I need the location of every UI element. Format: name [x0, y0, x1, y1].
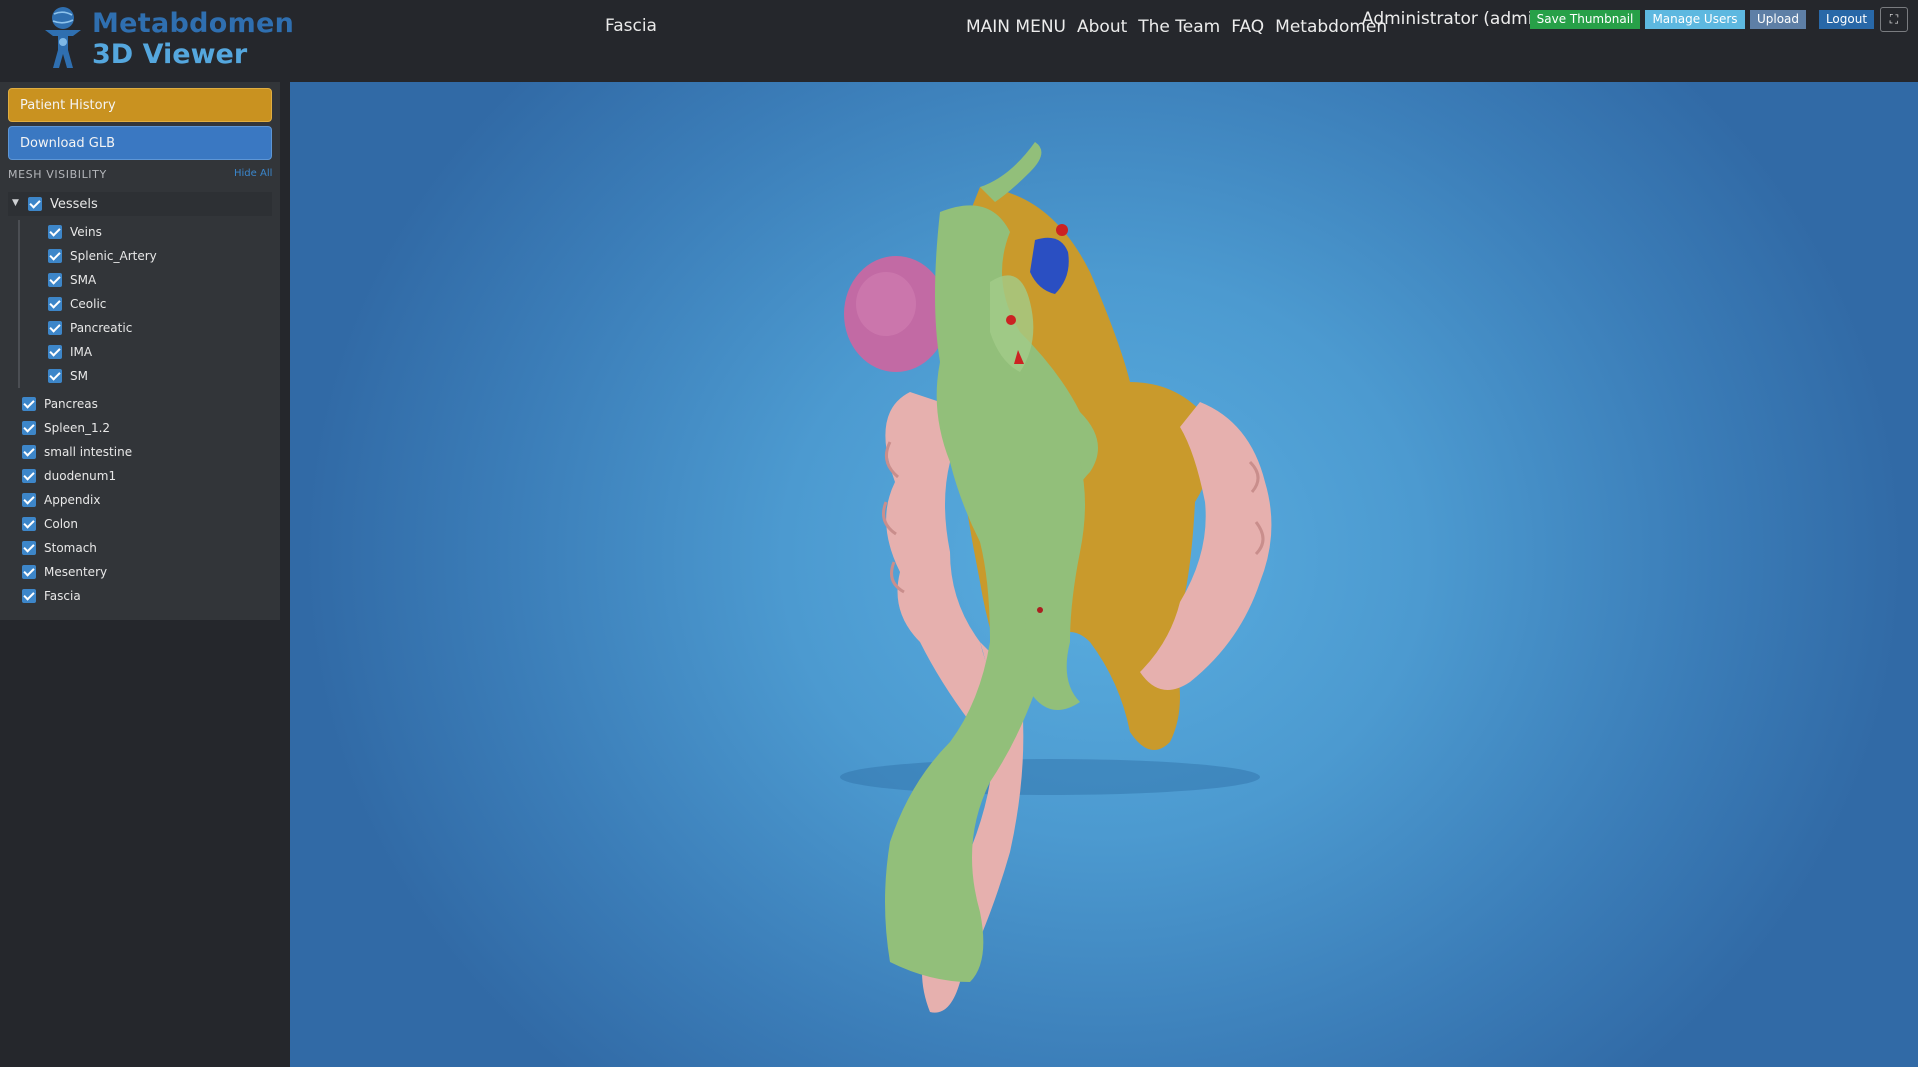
nav-faq[interactable]: FAQ	[1231, 17, 1264, 37]
mesh-label: duodenum1	[44, 469, 117, 483]
mesh-checkbox[interactable]	[22, 397, 36, 411]
mesh-label: Colon	[44, 517, 79, 531]
top-header: Metabdomen 3D Viewer Fascia MAIN MENU Ab…	[0, 0, 1918, 82]
mesh-checkbox[interactable]	[22, 493, 36, 507]
mesh-label: Pancreas	[44, 397, 98, 411]
mesh-item-sm[interactable]: SM	[48, 366, 88, 386]
mesh-label: Stomach	[44, 541, 97, 555]
mesh-checkbox[interactable]	[22, 565, 36, 579]
mesh-item-stomach[interactable]: Stomach	[22, 538, 97, 558]
mesh-label: SMA	[70, 273, 97, 287]
nav-about[interactable]: About	[1077, 17, 1127, 37]
download-glb-button[interactable]: Download GLB	[8, 126, 272, 160]
mesh-checkbox[interactable]	[22, 541, 36, 555]
current-model-title: Fascia	[605, 16, 657, 36]
mesh-item-ceolic[interactable]: Ceolic	[48, 294, 106, 314]
mesh-item-appendix[interactable]: Appendix	[22, 490, 100, 510]
fullscreen-icon[interactable]: ⛶	[1880, 7, 1908, 32]
mesh-label: IMA	[70, 345, 93, 359]
mesh-checkbox[interactable]	[48, 225, 62, 239]
mesh-label: Fascia	[44, 589, 81, 603]
mesh-checkbox[interactable]	[22, 589, 36, 603]
mesh-checkbox[interactable]	[48, 369, 62, 383]
mesh-checkbox[interactable]	[48, 249, 62, 263]
logout-button[interactable]: Logout	[1819, 10, 1874, 29]
mesh-label: Splenic_Artery	[70, 249, 157, 263]
mesh-item-small-intestine[interactable]: small intestine	[22, 442, 132, 462]
mesh-panel: Patient History Download GLB MESH VISIBI…	[0, 82, 280, 620]
tree-guide-line	[18, 220, 20, 388]
logo-figure-icon	[45, 7, 81, 68]
mesh-item-splenic-artery[interactable]: Splenic_Artery	[48, 246, 157, 266]
mesh-item-veins[interactable]: Veins	[48, 222, 102, 242]
mesh-label: Veins	[70, 225, 102, 239]
mesh-item-ima[interactable]: IMA	[48, 342, 92, 362]
mesh-item-mesentery[interactable]: Mesentery	[22, 562, 107, 582]
mesh-label: small intestine	[44, 445, 133, 459]
mesh-label: Ceolic	[70, 297, 107, 311]
vessels-label: Vessels	[50, 196, 98, 212]
mesh-label: Spleen_1.2	[44, 421, 111, 435]
hide-all-link[interactable]: Hide All	[234, 168, 272, 179]
3d-viewport[interactable]	[290, 82, 1918, 1067]
mesh-checkbox[interactable]	[48, 273, 62, 287]
mesh-item-spleen[interactable]: Spleen_1.2	[22, 418, 110, 438]
mesh-checkbox[interactable]	[48, 345, 62, 359]
mesh-item-fascia[interactable]: Fascia	[22, 586, 81, 606]
mesh-item-sma[interactable]: SMA	[48, 270, 96, 290]
logo-subtitle: 3D Viewer	[92, 39, 248, 70]
mesh-checkbox[interactable]	[48, 321, 62, 335]
sidebar: Patient History Download GLB MESH VISIBI…	[0, 82, 290, 1067]
mesh-label: Pancreatic	[70, 321, 133, 335]
logo-title: Metabdomen	[92, 8, 295, 39]
app-logo[interactable]: Metabdomen 3D Viewer	[40, 6, 294, 72]
mesh-item-pancreas[interactable]: Pancreas	[22, 394, 98, 414]
mesh-label: Appendix	[44, 493, 101, 507]
mesh-checkbox[interactable]	[22, 445, 36, 459]
mesh-visibility-title: MESH VISIBILITY	[8, 168, 107, 181]
vessels-group-row: Vessels	[28, 194, 98, 214]
vessels-checkbox[interactable]	[28, 197, 42, 211]
patient-history-button[interactable]: Patient History	[8, 88, 272, 122]
mesh-item-colon[interactable]: Colon	[22, 514, 78, 534]
nav-main-menu[interactable]: MAIN MENU	[966, 17, 1066, 37]
main-nav: MAIN MENU About The Team FAQ Metabdomen	[966, 17, 1387, 37]
mesh-checkbox[interactable]	[22, 469, 36, 483]
mesh-checkbox[interactable]	[22, 517, 36, 531]
mesh-checkbox[interactable]	[22, 421, 36, 435]
nav-the-team[interactable]: The Team	[1138, 17, 1220, 37]
save-thumbnail-button[interactable]: Save Thumbnail	[1530, 10, 1640, 29]
mesh-item-pancreatic[interactable]: Pancreatic	[48, 318, 132, 338]
mesh-label: SM	[70, 369, 88, 383]
vessels-group[interactable]: ▼ Vessels	[8, 192, 272, 216]
user-label: Administrator (admin)	[1362, 9, 1550, 29]
mesh-checkbox[interactable]	[48, 297, 62, 311]
mesh-item-duodenum[interactable]: duodenum1	[22, 466, 116, 486]
anatomy-3d-model[interactable]	[290, 82, 1918, 1067]
mesh-label: Mesentery	[44, 565, 108, 579]
caret-down-icon[interactable]: ▼	[12, 198, 19, 208]
manage-users-button[interactable]: Manage Users	[1645, 10, 1745, 29]
upload-button[interactable]: Upload	[1750, 10, 1806, 29]
